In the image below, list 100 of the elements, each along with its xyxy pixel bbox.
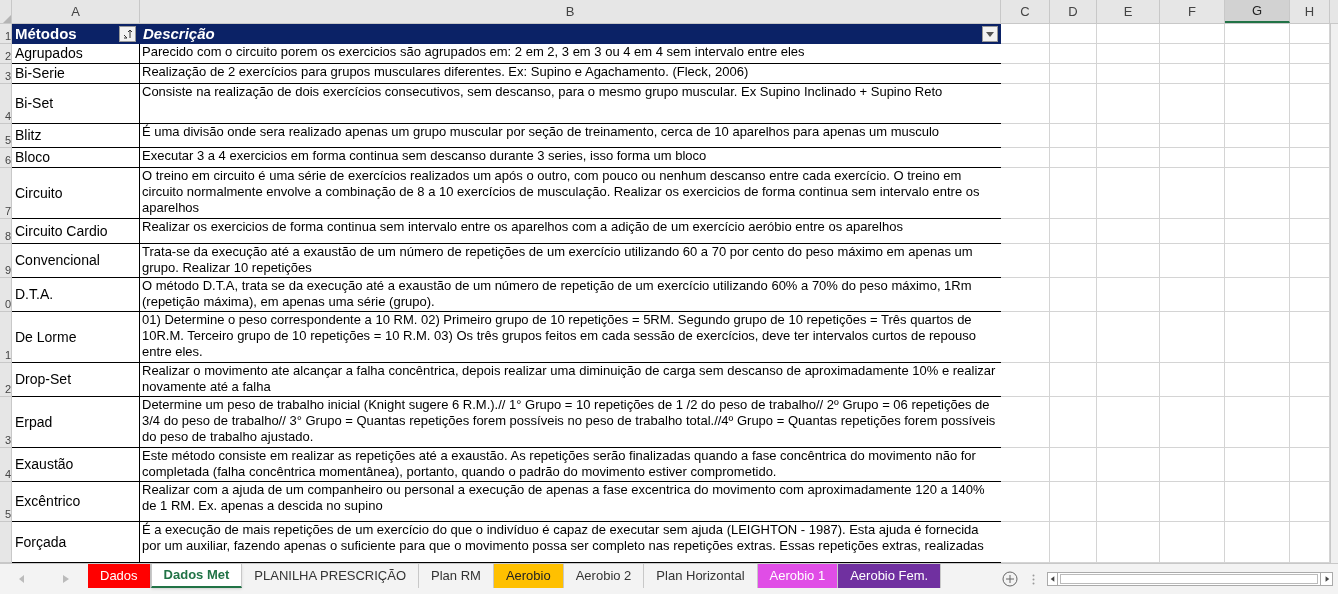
row-header[interactable]: 7 <box>0 168 12 219</box>
empty-cell[interactable] <box>1097 24 1160 44</box>
empty-cell[interactable] <box>1097 148 1160 168</box>
scroll-right-icon[interactable] <box>63 575 69 583</box>
empty-cell[interactable] <box>1225 84 1290 124</box>
empty-cell[interactable] <box>1160 448 1225 482</box>
empty-cell[interactable] <box>1160 168 1225 219</box>
scroll-left-icon[interactable] <box>19 575 25 583</box>
empty-cell[interactable] <box>1001 64 1050 84</box>
empty-cell[interactable] <box>1225 148 1290 168</box>
empty-cell[interactable] <box>1050 168 1097 219</box>
empty-cell[interactable] <box>1001 312 1050 363</box>
empty-cell[interactable] <box>1160 44 1225 64</box>
sheet-tab[interactable]: Aerobio Fem. <box>838 564 942 588</box>
row-header[interactable]: 6 <box>0 148 12 168</box>
empty-cell[interactable] <box>1050 24 1097 44</box>
empty-cell[interactable] <box>1225 312 1290 363</box>
empty-cell[interactable] <box>1225 24 1290 44</box>
empty-cell[interactable] <box>1097 124 1160 148</box>
sheet-tab[interactable]: Aerobio 2 <box>563 564 645 588</box>
horizontal-scrollbar[interactable] <box>1047 572 1333 586</box>
empty-cell[interactable] <box>1160 312 1225 363</box>
empty-cell[interactable] <box>1225 244 1290 278</box>
empty-cell[interactable] <box>1225 397 1290 448</box>
sheet-tab[interactable]: Dados <box>88 564 151 588</box>
row-header[interactable]: 5 <box>0 482 12 522</box>
select-all-corner[interactable] <box>3 15 11 23</box>
empty-cell[interactable] <box>1160 148 1225 168</box>
empty-cell[interactable] <box>1160 24 1225 44</box>
row-header[interactable]: 2 <box>0 44 12 64</box>
scroll-right-arrow-icon[interactable] <box>1320 573 1332 585</box>
column-header[interactable]: A <box>12 0 140 23</box>
row-header[interactable]: 4 <box>0 84 12 124</box>
empty-cell[interactable] <box>1050 448 1097 482</box>
empty-cell[interactable] <box>1097 244 1160 278</box>
empty-cell[interactable] <box>1225 363 1290 397</box>
empty-cell[interactable] <box>1225 448 1290 482</box>
sort-filter-button[interactable] <box>119 26 136 42</box>
row-header[interactable]: 4 <box>0 448 12 482</box>
empty-cell[interactable] <box>1097 64 1160 84</box>
empty-cell[interactable] <box>1225 278 1290 312</box>
empty-cell[interactable] <box>1050 363 1097 397</box>
empty-cell[interactable] <box>1097 363 1160 397</box>
empty-cell[interactable] <box>1225 219 1290 244</box>
column-header[interactable]: C <box>1001 0 1050 23</box>
row-header[interactable]: 9 <box>0 244 12 278</box>
sheet-tab[interactable]: Aerobio <box>493 564 564 588</box>
empty-cell[interactable] <box>1225 44 1290 64</box>
row-header[interactable] <box>0 522 12 563</box>
empty-cell[interactable] <box>1050 312 1097 363</box>
empty-cell[interactable] <box>1097 312 1160 363</box>
empty-cell[interactable] <box>1001 482 1050 522</box>
empty-cell[interactable] <box>1160 124 1225 148</box>
sheet-tab[interactable]: Plan RM <box>419 564 494 588</box>
row-header[interactable]: 1 <box>0 24 12 44</box>
more-options-icon[interactable] <box>1032 573 1035 585</box>
empty-cell[interactable] <box>1160 64 1225 84</box>
empty-cell[interactable] <box>1001 84 1050 124</box>
empty-cell[interactable] <box>1097 168 1160 219</box>
add-sheet-icon[interactable] <box>1002 571 1018 587</box>
empty-cell[interactable] <box>1225 64 1290 84</box>
column-header[interactable]: G <box>1225 0 1290 23</box>
empty-cell[interactable] <box>1160 84 1225 124</box>
empty-cell[interactable] <box>1225 168 1290 219</box>
empty-cell[interactable] <box>1097 482 1160 522</box>
empty-cell[interactable] <box>1001 448 1050 482</box>
empty-cell[interactable] <box>1097 397 1160 448</box>
row-header[interactable]: 1 <box>0 312 12 363</box>
empty-cell[interactable] <box>1001 124 1050 148</box>
scroll-left-arrow-icon[interactable] <box>1048 573 1058 585</box>
empty-cell[interactable] <box>1160 482 1225 522</box>
empty-cell[interactable] <box>1050 124 1097 148</box>
empty-cell[interactable] <box>1001 44 1050 64</box>
column-header[interactable]: E <box>1097 0 1160 23</box>
empty-cell[interactable] <box>1160 278 1225 312</box>
row-header[interactable]: 8 <box>0 219 12 244</box>
empty-cell[interactable] <box>1001 244 1050 278</box>
empty-cell[interactable] <box>1050 219 1097 244</box>
row-header[interactable]: 5 <box>0 124 12 148</box>
empty-cell[interactable] <box>1160 397 1225 448</box>
empty-cell[interactable] <box>1001 278 1050 312</box>
row-header[interactable]: 2 <box>0 363 12 397</box>
empty-cell[interactable] <box>1050 148 1097 168</box>
sheet-tab[interactable]: Dados Met <box>150 564 243 588</box>
empty-cell[interactable] <box>1160 219 1225 244</box>
empty-cell[interactable] <box>1097 219 1160 244</box>
vertical-scrollbar[interactable] <box>1330 24 1338 563</box>
row-header[interactable]: 0 <box>0 278 12 312</box>
empty-cell[interactable] <box>1225 482 1290 522</box>
row-header[interactable]: 3 <box>0 64 12 84</box>
empty-cell[interactable] <box>1001 397 1050 448</box>
empty-cell[interactable] <box>1001 363 1050 397</box>
empty-cell[interactable] <box>1097 278 1160 312</box>
empty-cell[interactable] <box>1050 397 1097 448</box>
empty-cell[interactable] <box>1050 44 1097 64</box>
row-header[interactable]: 3 <box>0 397 12 448</box>
empty-cell[interactable] <box>1160 363 1225 397</box>
filter-dropdown-button[interactable] <box>982 26 998 42</box>
sheet-tab[interactable]: Plan Horizontal <box>644 564 758 588</box>
empty-cell[interactable] <box>1097 44 1160 64</box>
